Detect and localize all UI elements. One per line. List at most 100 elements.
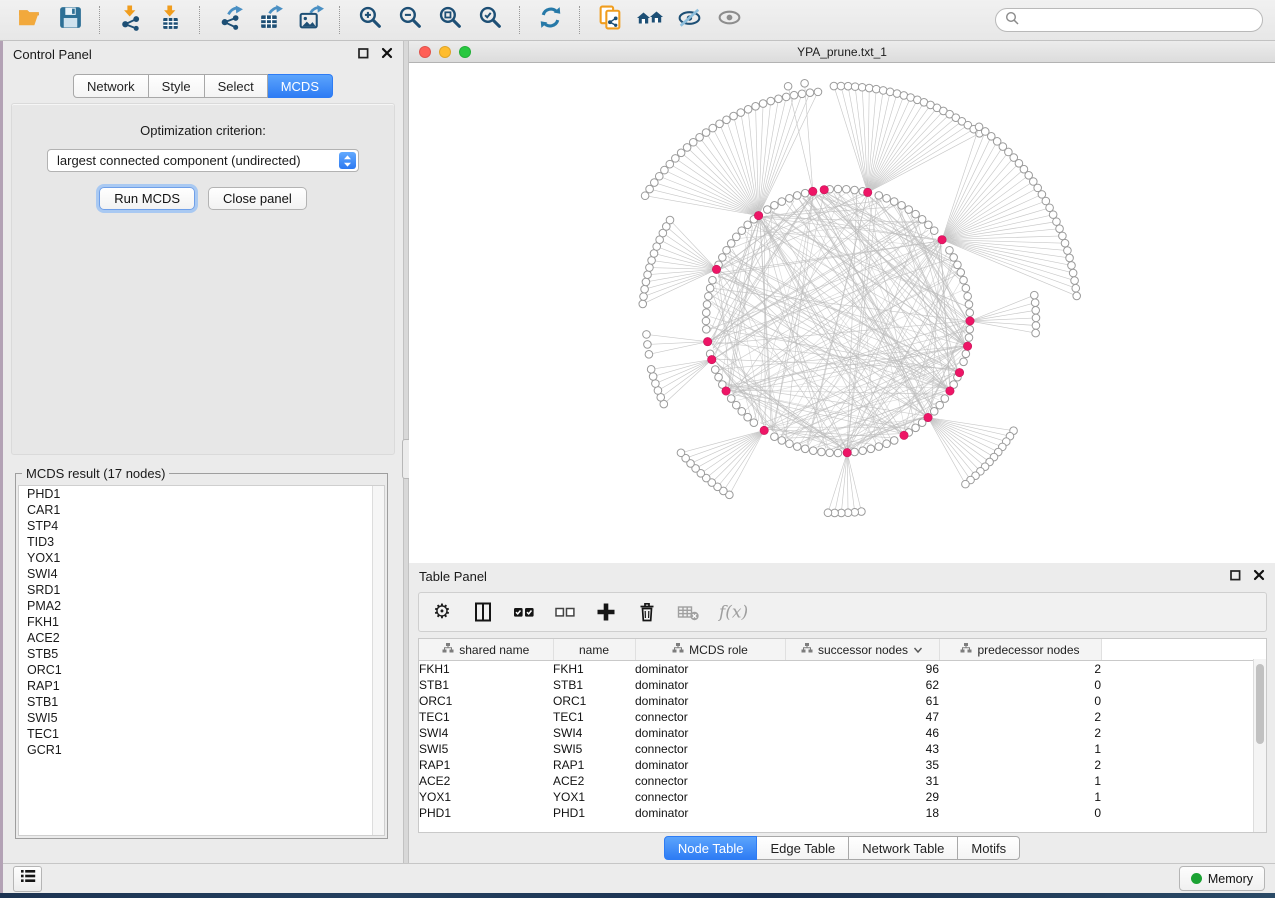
- cell[interactable]: 0: [939, 677, 1101, 693]
- cell[interactable]: SWI5: [553, 741, 635, 757]
- cell[interactable]: ORC1: [553, 693, 635, 709]
- cell[interactable]: dominator: [635, 757, 785, 773]
- tab-edge-table[interactable]: Edge Table: [757, 836, 849, 860]
- cell[interactable]: RAP1: [419, 757, 553, 773]
- close-window-icon[interactable]: [419, 46, 431, 58]
- column-header-MCDS-role[interactable]: MCDS role: [635, 639, 785, 661]
- cell[interactable]: connector: [635, 773, 785, 789]
- cell[interactable]: dominator: [635, 805, 785, 821]
- cell[interactable]: 61: [785, 693, 939, 709]
- cell[interactable]: PHD1: [553, 805, 635, 821]
- cell[interactable]: RAP1: [553, 757, 635, 773]
- cell[interactable]: STB1: [419, 677, 553, 693]
- cell[interactable]: 2: [939, 661, 1101, 678]
- first-neighbors-button[interactable]: [632, 4, 668, 36]
- cell[interactable]: 62: [785, 677, 939, 693]
- column-header-name[interactable]: name: [553, 639, 635, 661]
- tab-node-table[interactable]: Node Table: [664, 836, 758, 860]
- network-graph[interactable]: [409, 63, 1275, 564]
- tab-network[interactable]: Network: [73, 74, 149, 98]
- column-header-successor-nodes[interactable]: successor nodes: [785, 639, 939, 661]
- save-session-button[interactable]: [52, 4, 88, 36]
- search-input[interactable]: [1024, 12, 1253, 28]
- import-network-button[interactable]: [112, 4, 148, 36]
- cell[interactable]: 2: [939, 709, 1101, 725]
- zoom-fit-button[interactable]: [432, 4, 468, 36]
- tab-network-table[interactable]: Network Table: [849, 836, 958, 860]
- export-image-button[interactable]: [292, 4, 328, 36]
- zoom-in-button[interactable]: [352, 4, 388, 36]
- cell[interactable]: YOX1: [553, 789, 635, 805]
- open-session-button[interactable]: [12, 4, 48, 36]
- float-table-panel-icon[interactable]: [1229, 568, 1242, 584]
- cell[interactable]: 47: [785, 709, 939, 725]
- mcds-result-item[interactable]: CAR1: [19, 502, 384, 518]
- network-window-titlebar[interactable]: YPA_prune.txt_1: [409, 41, 1275, 63]
- hide-selected-button[interactable]: [672, 4, 708, 36]
- tab-motifs[interactable]: Motifs: [958, 836, 1020, 860]
- mcds-result-item[interactable]: TID3: [19, 534, 384, 550]
- cell[interactable]: TEC1: [419, 709, 553, 725]
- deselect-all-button[interactable]: [552, 599, 578, 625]
- close-table-panel-icon[interactable]: [1253, 569, 1265, 584]
- table-options-button[interactable]: ⚙: [429, 599, 455, 625]
- cell[interactable]: SWI4: [553, 725, 635, 741]
- minimize-window-icon[interactable]: [439, 46, 451, 58]
- cell[interactable]: ACE2: [553, 773, 635, 789]
- mcds-result-item[interactable]: TEC1: [19, 726, 384, 742]
- new-column-button[interactable]: [593, 599, 619, 625]
- tab-mcds[interactable]: MCDS: [268, 74, 333, 98]
- mcds-result-item[interactable]: STB1: [19, 694, 384, 710]
- cell[interactable]: 18: [785, 805, 939, 821]
- cell[interactable]: SWI4: [419, 725, 553, 741]
- maximize-window-icon[interactable]: [459, 46, 471, 58]
- table-row[interactable]: PHD1PHD1dominator180: [419, 805, 1266, 821]
- table-row[interactable]: YOX1YOX1connector291: [419, 789, 1266, 805]
- table-row[interactable]: STB1STB1dominator620: [419, 677, 1266, 693]
- select-all-button[interactable]: [511, 599, 537, 625]
- memory-button[interactable]: Memory: [1179, 866, 1265, 891]
- cell[interactable]: connector: [635, 741, 785, 757]
- clone-network-button[interactable]: [592, 4, 628, 36]
- mcds-result-item[interactable]: PHD1: [19, 486, 384, 502]
- mcds-result-list[interactable]: PHD1CAR1STP4TID3YOX1SWI4SRD1PMA2FKH1ACE2…: [18, 485, 385, 836]
- mcds-result-item[interactable]: ORC1: [19, 662, 384, 678]
- cell[interactable]: TEC1: [553, 709, 635, 725]
- show-columns-button[interactable]: [470, 599, 496, 625]
- mcds-result-item[interactable]: FKH1: [19, 614, 384, 630]
- mcds-result-item[interactable]: RAP1: [19, 678, 384, 694]
- table-row[interactable]: ORC1ORC1dominator610: [419, 693, 1266, 709]
- cell[interactable]: 31: [785, 773, 939, 789]
- mcds-result-item[interactable]: PMA2: [19, 598, 384, 614]
- table-row[interactable]: RAP1RAP1dominator352: [419, 757, 1266, 773]
- table-scrollbar[interactable]: [1253, 659, 1266, 832]
- mcds-result-item[interactable]: STP4: [19, 518, 384, 534]
- cell[interactable]: 0: [939, 693, 1101, 709]
- cell[interactable]: 29: [785, 789, 939, 805]
- cell[interactable]: PHD1: [419, 805, 553, 821]
- show-all-button[interactable]: [712, 4, 748, 36]
- column-header-shared-name[interactable]: shared name: [419, 639, 553, 661]
- zoom-out-button[interactable]: [392, 4, 428, 36]
- close-panel-button[interactable]: Close panel: [208, 187, 307, 210]
- cell[interactable]: FKH1: [419, 661, 553, 678]
- cell[interactable]: ACE2: [419, 773, 553, 789]
- cell[interactable]: dominator: [635, 677, 785, 693]
- table-row[interactable]: TEC1TEC1connector472: [419, 709, 1266, 725]
- refresh-button[interactable]: [532, 4, 568, 36]
- cell[interactable]: 46: [785, 725, 939, 741]
- cell[interactable]: dominator: [635, 693, 785, 709]
- export-network-button[interactable]: [212, 4, 248, 36]
- close-panel-icon[interactable]: [381, 47, 393, 62]
- delete-column-button[interactable]: [634, 599, 660, 625]
- cell[interactable]: 43: [785, 741, 939, 757]
- import-table-button[interactable]: [152, 4, 188, 36]
- network-canvas[interactable]: [409, 63, 1275, 563]
- cell[interactable]: 1: [939, 741, 1101, 757]
- mcds-result-item[interactable]: YOX1: [19, 550, 384, 566]
- zoom-selected-button[interactable]: [472, 4, 508, 36]
- cell[interactable]: 1: [939, 789, 1101, 805]
- table-row[interactable]: SWI5SWI5connector431: [419, 741, 1266, 757]
- mcds-result-item[interactable]: GCR1: [19, 742, 384, 758]
- table-row[interactable]: ACE2ACE2connector311: [419, 773, 1266, 789]
